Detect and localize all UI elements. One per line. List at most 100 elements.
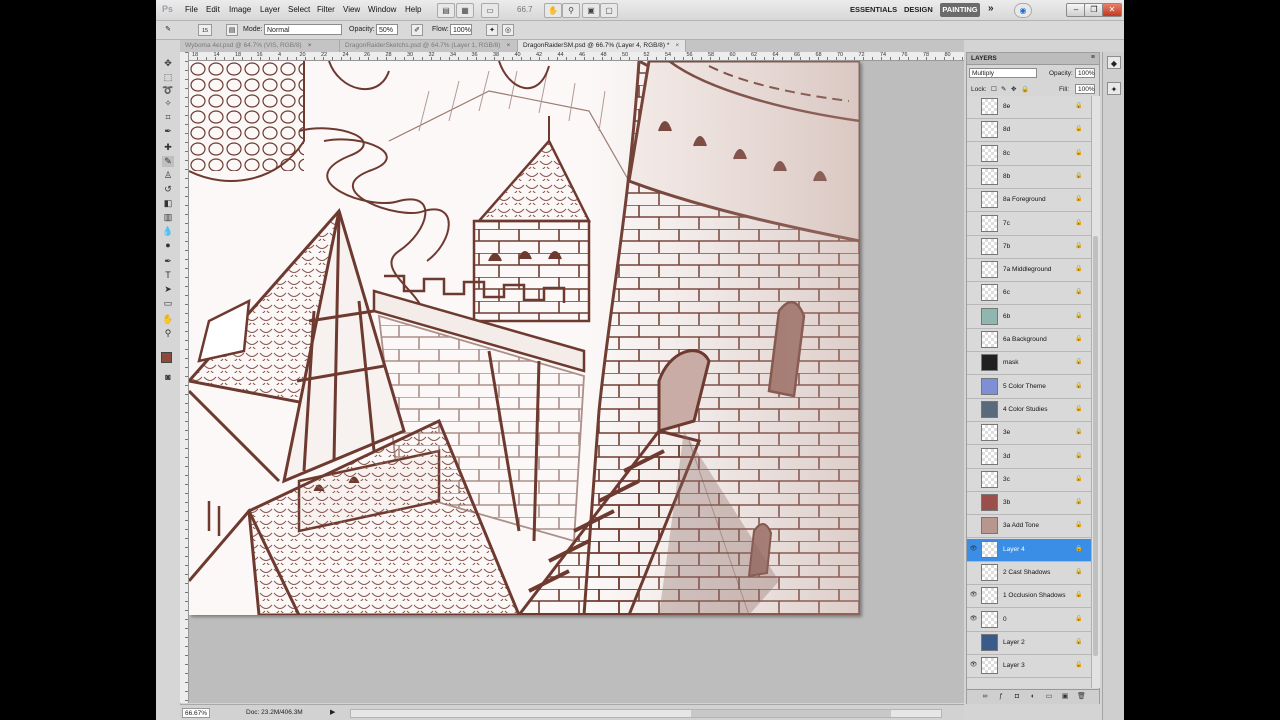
workspace-design[interactable]: DESIGN [904, 5, 933, 14]
visibility-eye-icon[interactable] [969, 219, 978, 228]
eyedropper-tool-icon[interactable]: ✒ [162, 126, 174, 137]
new-group-icon[interactable]: ▭ [1045, 693, 1053, 701]
layer-row[interactable]: 3e 🔒 [967, 422, 1091, 446]
layer-row[interactable]: 6a Background 🔒 [967, 329, 1091, 352]
visibility-eye-icon[interactable] [969, 335, 978, 344]
eraser-tool-icon[interactable]: ◧ [162, 198, 174, 209]
layer-name[interactable]: 3e [1003, 429, 1010, 436]
zoom-level[interactable]: 66.7 [517, 5, 533, 14]
close-button[interactable]: ✕ [1102, 3, 1122, 17]
layer-row[interactable]: 5 Color Theme 🔒 [967, 376, 1091, 399]
minibridge-icon[interactable]: ▦ [456, 3, 474, 18]
layer-opacity-input[interactable]: 100% [1075, 68, 1095, 78]
layer-name[interactable]: 3d [1003, 453, 1010, 460]
layer-row[interactable]: 3d 🔒 [967, 446, 1091, 469]
panel-menu-icon[interactable]: ≡ [1091, 54, 1095, 61]
link-layers-icon[interactable]: ∞ [981, 693, 989, 701]
quick-mask-icon[interactable]: ◙ [162, 372, 174, 383]
visibility-eye-icon[interactable] [969, 521, 978, 530]
quick-select-tool-icon[interactable]: ✧ [162, 98, 174, 109]
menu-help[interactable]: Help [405, 5, 421, 14]
gradient-tool-icon[interactable]: ▥ [162, 212, 174, 223]
canvas-area[interactable] [189, 61, 964, 703]
layer-row[interactable]: 👁 1 Occlusion Shadows 🔒 [967, 585, 1091, 609]
menu-view[interactable]: View [343, 5, 360, 14]
visibility-eye-icon[interactable] [969, 428, 978, 437]
layer-scroll-thumb[interactable] [1093, 236, 1098, 656]
layers-panel-title[interactable]: LAYERS [971, 55, 997, 62]
layer-name[interactable]: 4 Color Studies [1003, 406, 1047, 413]
lock-position-icon[interactable]: ✥ [1011, 85, 1016, 93]
layer-row[interactable]: 👁 Layer 4 🔒 [967, 538, 1091, 562]
visibility-eye-icon[interactable] [969, 382, 978, 391]
layer-name[interactable]: 3b [1003, 499, 1010, 506]
layer-row[interactable]: mask 🔒 [967, 352, 1091, 376]
layer-name[interactable]: 1 Occlusion Shadows [1003, 592, 1066, 599]
layer-row[interactable]: 4 Color Studies 🔒 [967, 399, 1091, 422]
zoom-tool-icon[interactable]: ⚲ [162, 328, 174, 339]
horizontal-scrollbar[interactable] [350, 709, 942, 718]
restore-button[interactable]: ❐ [1084, 3, 1104, 17]
pressure-opacity-icon[interactable]: ✐ [411, 24, 423, 36]
visibility-eye-icon[interactable] [969, 265, 978, 274]
visibility-eye-icon[interactable] [969, 242, 978, 251]
document-canvas[interactable] [189, 61, 860, 615]
layer-row[interactable]: 6c 🔒 [967, 282, 1091, 306]
layer-row[interactable]: Layer 2 🔒 [967, 632, 1091, 655]
lock-pixels-icon[interactable]: ✎ [1001, 85, 1006, 93]
menu-window[interactable]: Window [368, 5, 396, 14]
blend-mode-select[interactable]: Multiply [969, 68, 1037, 78]
layer-name[interactable]: mask [1003, 359, 1019, 366]
clone-stamp-tool-icon[interactable]: ♙ [162, 170, 174, 181]
opacity-input[interactable]: 50% [376, 24, 398, 35]
vertical-ruler[interactable] [180, 52, 189, 703]
layer-name[interactable]: 8c [1003, 150, 1010, 157]
blur-tool-icon[interactable]: 💧 [162, 226, 174, 237]
healing-brush-tool-icon[interactable]: ✚ [162, 142, 174, 153]
layer-name[interactable]: 3c [1003, 476, 1010, 483]
menu-edit[interactable]: Edit [206, 5, 220, 14]
visibility-eye-icon[interactable] [969, 102, 978, 111]
layer-name[interactable]: 6a Background [1003, 336, 1047, 343]
document-size[interactable]: Doc: 23.2M/406.3M [246, 709, 303, 716]
layer-name[interactable]: Layer 3 [1003, 662, 1025, 669]
layer-row[interactable]: 7c 🔒 [967, 213, 1091, 236]
layer-name[interactable]: Layer 4 [1003, 546, 1025, 553]
visibility-eye-icon[interactable] [969, 475, 978, 484]
horizontal-scroll-thumb[interactable] [691, 710, 891, 717]
workspace-essentials[interactable]: ESSENTIALS [850, 5, 897, 14]
more-workspaces-icon[interactable]: » [988, 3, 994, 14]
menu-file[interactable]: File [185, 5, 198, 14]
visibility-eye-icon[interactable]: 👁 [969, 615, 978, 624]
layer-name[interactable]: 6b [1003, 313, 1010, 320]
layer-row[interactable]: 8d 🔒 [967, 119, 1091, 143]
pen-tool-icon[interactable]: ✒ [162, 256, 174, 267]
layer-row[interactable]: 6b 🔒 [967, 306, 1091, 329]
crop-tool-icon[interactable]: ⌗ [162, 112, 174, 123]
visibility-eye-icon[interactable]: 👁 [969, 661, 978, 670]
tab-dragonraider-sketchs[interactable]: DragonRaiderSketchs.psd @ 64.7% (Layer 1… [340, 40, 518, 52]
visibility-eye-icon[interactable] [969, 149, 978, 158]
layer-name[interactable]: 2 Cast Shadows [1003, 569, 1050, 576]
layer-name[interactable]: 7c [1003, 220, 1010, 227]
visibility-eye-icon[interactable] [969, 358, 978, 367]
screen-mode-icon[interactable]: ▢ [600, 3, 618, 18]
layer-row[interactable]: 7a Middleground 🔒 [967, 259, 1091, 283]
new-layer-icon[interactable]: ▣ [1061, 693, 1069, 701]
arrange-documents-icon[interactable]: ▣ [582, 3, 600, 18]
lock-all-icon[interactable]: 🔒 [1021, 85, 1029, 93]
layer-name[interactable]: 5 Color Theme [1003, 383, 1046, 390]
menu-layer[interactable]: Layer [260, 5, 280, 14]
tab-wyboma[interactable]: Wyboma 4el.psd @ 64.7% (VIS, RGB/8) × [180, 40, 340, 52]
layer-name[interactable]: 3a Add Tone [1003, 522, 1039, 529]
visibility-eye-icon[interactable] [969, 498, 978, 507]
layer-row[interactable]: 8b 🔒 [967, 166, 1091, 189]
delete-layer-icon[interactable]: 🗑 [1077, 693, 1086, 701]
flow-input[interactable]: 100% [450, 24, 472, 35]
zoom-status-field[interactable]: 66.67% [182, 708, 210, 718]
visibility-eye-icon[interactable] [969, 312, 978, 321]
layer-name[interactable]: 8e [1003, 103, 1010, 110]
layer-name[interactable]: 8d [1003, 126, 1010, 133]
close-tab-icon[interactable]: × [308, 42, 312, 49]
layer-row[interactable]: 3a Add Tone 🔒 [967, 515, 1091, 539]
